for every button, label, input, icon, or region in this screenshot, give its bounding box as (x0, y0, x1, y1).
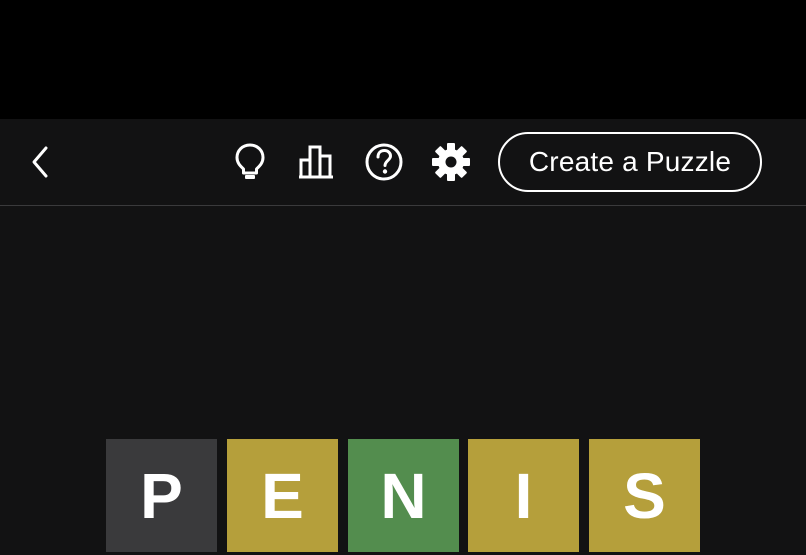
back-button[interactable] (20, 139, 60, 185)
hint-button[interactable] (228, 139, 272, 185)
tile-1: P (106, 439, 217, 552)
tile-2: E (227, 439, 338, 552)
guess-row: P E N I S (106, 439, 700, 555)
tile-3: N (348, 439, 459, 552)
create-puzzle-label: Create a Puzzle (528, 146, 732, 177)
chevron-left-icon (28, 144, 52, 180)
top-black-bar (0, 0, 806, 119)
create-puzzle-button[interactable]: Create a Puzzle (498, 132, 762, 192)
game-screen: Create a Puzzle P E N I S (0, 0, 806, 555)
settings-button[interactable] (429, 139, 473, 185)
tile-4: I (468, 439, 579, 552)
header-bar: Create a Puzzle (0, 119, 806, 206)
tile-5: S (589, 439, 700, 552)
help-button[interactable] (362, 139, 406, 185)
lightbulb-icon (234, 142, 266, 182)
help-circle-icon (364, 142, 404, 182)
gear-icon (431, 142, 471, 182)
stats-button[interactable] (295, 139, 339, 185)
bar-chart-icon (297, 144, 337, 180)
